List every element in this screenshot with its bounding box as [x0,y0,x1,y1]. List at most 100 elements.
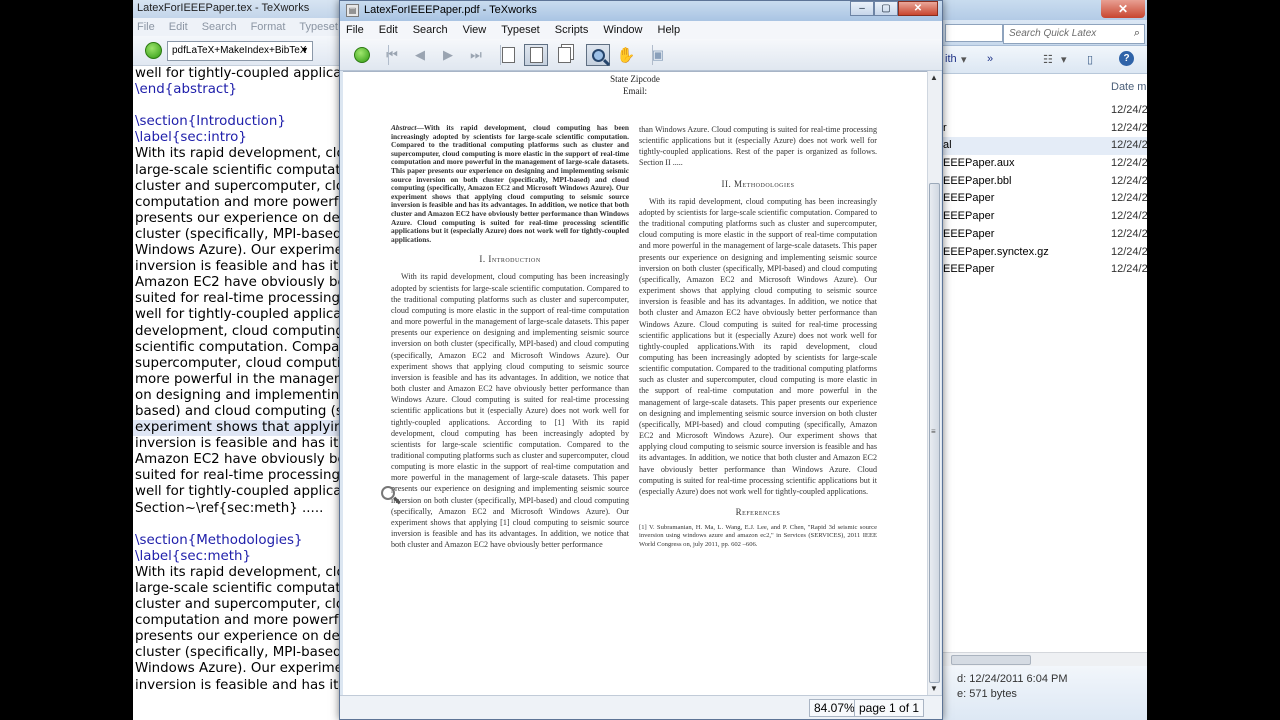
help-icon[interactable]: ? [1119,51,1134,66]
close-button[interactable]: ✕ [898,1,938,16]
file-row[interactable]: EEEPaper 12/24/20 [943,226,1147,244]
file-name: EEEPaper.synctex.gz [943,245,1049,258]
column-header-date[interactable]: Date m [943,76,1147,98]
window-title: LatexForIEEEPaper.pdf - TeXworks [364,4,537,16]
editor-line: Amazon EC2 have obviously bette [135,452,343,468]
first-page-icon[interactable]: ⏮ [380,44,404,66]
goto-source-icon[interactable]: ▣ [646,44,670,66]
file-row[interactable]: 12/24/20 [943,102,1147,120]
minimize-button[interactable]: – [850,1,874,16]
hand-tool-icon[interactable]: ✋ [614,44,638,66]
explorer-search-input[interactable]: Search Quick Latex ⌕ [1003,24,1145,44]
scrollbar-thumb[interactable] [951,655,1031,665]
file-date: 12/24/20 [1111,245,1147,258]
explorer-titlebar: ✕ [943,0,1147,20]
explorer-close-button[interactable]: ✕ [1101,0,1145,18]
chevron-down-icon[interactable]: ▼ [300,45,309,55]
src-menu-typeset[interactable]: Typeset [299,21,338,33]
menu-scripts[interactable]: Scripts [555,24,589,36]
file-row[interactable]: EEEPaper 12/24/20 [943,261,1147,279]
file-date: 12/24/20 [1111,104,1147,116]
scroll-up-icon[interactable]: ▲ [930,73,938,82]
editor-line: suited for real-time processing sci [135,291,343,307]
view-options-icon[interactable]: ☷ [1043,53,1053,66]
typeset-play-icon[interactable] [145,42,162,59]
editor-line: inversion is feasible and has its ad [135,677,343,693]
menu-typeset[interactable]: Typeset [501,24,540,36]
editor-line: supercomputer, cloud computing i [135,355,343,371]
maximize-button[interactable]: ▢ [874,1,898,16]
actual-size-icon[interactable] [496,44,520,66]
menu-window[interactable]: Window [603,24,642,36]
play-icon [354,47,370,63]
methodologies-text: With its rapid development, cloud comput… [639,196,877,496]
file-name: EEEPaper [943,192,995,205]
file-row[interactable]: EEEPaper.synctex.gz 12/24/20 [943,244,1147,262]
editor-line: inversion is feasible and has its ad [135,436,343,452]
search-icon[interactable]: ⌕ [1134,27,1140,40]
pdf-toolbar: ⏮ ◀ ▶ ⏭ ✋ ▣ [340,39,942,71]
editor-line: Section~\ref{sec:meth} ..... [135,500,324,516]
file-row[interactable]: EEEPaper.aux 12/24/20 [943,155,1147,173]
typeset-engine-select[interactable]: pdfLaTeX+MakeIndex+BibTeX ▼ [167,41,313,61]
editor-line: presents our experience on designi [135,629,343,645]
magnifier-icon[interactable] [586,44,610,66]
file-row[interactable]: EEEPaper 12/24/20 [943,190,1147,208]
explorer-toolbar-item[interactable]: ith [945,53,957,65]
fit-window-icon[interactable] [552,44,576,66]
scrollbar-grip-icon: ≡ [931,427,936,436]
typeset-button[interactable] [350,44,374,66]
chevron-down-icon[interactable]: ▾ [961,53,967,66]
editor-line: Windows Azure). Our experiment [135,243,343,259]
file-date: 12/24/20 [1111,121,1147,134]
file-date: 12/24/20 [1111,157,1147,170]
status-bar: 84.07% page 1 of 1 [340,695,942,719]
pdf-viewport[interactable]: State Zipcode Email: Abstract—With its r… [343,71,927,695]
file-row[interactable]: EEEPaper 12/24/20 [943,208,1147,226]
fit-width-icon[interactable] [524,44,548,66]
editor-line: inversion is feasible and has its ad [135,259,343,275]
preview-pane-icon[interactable]: ▯ [1087,53,1093,66]
next-page-icon[interactable]: ▶ [436,44,460,66]
src-menu-edit[interactable]: Edit [169,21,188,33]
editor-line: cluster (specifically, MPI-based) an [135,645,343,661]
file-row[interactable]: al 12/24/20 [943,137,1147,156]
file-date: 12/24/20 [1111,174,1147,187]
abstract: Abstract—With its rapid development, clo… [391,123,629,244]
file-date: 12/24/20 [1111,227,1147,240]
toolbar-overflow-button[interactable]: » [987,53,993,65]
editor-line: Windows Azure). Our experiment [135,661,343,677]
file-row[interactable]: r 12/24/20 [943,120,1147,138]
scroll-down-icon[interactable]: ▼ [930,684,938,693]
references-heading: References [735,507,781,517]
editor-line: computation and more powerful in [135,194,343,210]
src-menu-file[interactable]: File [137,21,155,33]
explorer-address-field[interactable] [945,24,1003,42]
src-menu-format[interactable]: Format [251,21,286,33]
vertical-scrollbar[interactable]: ▲ ≡ ▼ [927,71,941,695]
menu-search[interactable]: Search [413,24,448,36]
menu-help[interactable]: Help [658,24,681,36]
desktop-screen: ✕ Search Quick Latex ⌕ ith ▾ » ☷ ▾ ▯ ? D… [133,0,1147,720]
file-row[interactable]: EEEPaper.bbl 12/24/20 [943,173,1147,191]
menu-edit[interactable]: Edit [379,24,398,36]
source-editor[interactable]: well for tightly-coupled applications.\e… [133,66,343,720]
editor-line: suited for real-time processing sci [135,468,343,484]
reference-item: [1] V. Subramanian, H. Ma, L. Wang, E.J.… [639,524,877,548]
src-menu-search[interactable]: Search [202,21,237,33]
last-page-icon[interactable]: ⏭ [464,44,488,66]
editor-line: \section{Methodologies} [135,532,303,548]
zoom-level[interactable]: 84.07% [809,699,860,717]
menu-view[interactable]: View [463,24,487,36]
previous-page-icon[interactable]: ◀ [408,44,432,66]
file-date: 12/24/20 [1111,192,1147,205]
horizontal-scrollbar[interactable] [943,652,1147,666]
abstract-text: —With its rapid development, cloud compu… [391,123,629,244]
author-email: Email: [623,86,647,96]
editor-line: experiment shows that applying \ [133,420,343,437]
page-indicator: page 1 of 1 [854,699,925,717]
menu-file[interactable]: File [346,24,364,36]
chevron-down-icon[interactable]: ▾ [1061,53,1067,66]
file-list: 12/24/20 r 12/24/20 al 12/24/20 EEEPaper.aux 1… [943,102,1147,279]
source-menubar: File Edit Search Format Typeset [133,18,343,36]
